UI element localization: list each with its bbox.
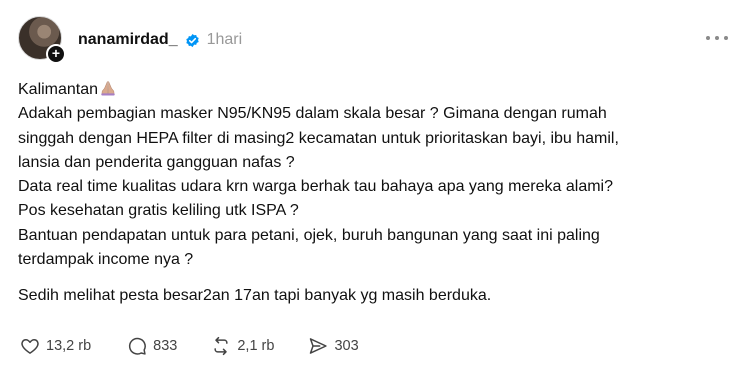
username[interactable]: nanamirdad_ [78, 31, 178, 49]
verified-badge-icon [185, 33, 199, 47]
more-options-icon[interactable] [706, 34, 728, 42]
follow-plus-icon[interactable]: + [46, 44, 66, 64]
comment-count: 833 [153, 338, 178, 354]
share-count: 303 [334, 338, 359, 354]
thread-post: + nanamirdad_ 1hari Kalimantan Adakah pe… [0, 0, 750, 378]
post-body: Kalimantan Adakah pembagian masker N95/K… [18, 78, 738, 309]
avatar-container[interactable]: + [18, 16, 66, 64]
action-bar: 13,2 rb 833 2,1 rb 303 [20, 335, 393, 357]
post-header: nanamirdad_ 1hari [78, 30, 242, 50]
praying-hands-icon [101, 81, 115, 96]
like-count: 13,2 rb [46, 338, 92, 354]
post-line: Pos kesehatan gratis keliling utk ISPA ? [18, 202, 299, 220]
share-icon [310, 338, 328, 354]
repost-count: 2,1 rb [237, 338, 275, 354]
post-line: terdampak income nya ? [18, 251, 194, 269]
repost-icon [214, 336, 228, 356]
post-line: Sedih melihat pesta besar2an 17an tapi b… [18, 287, 492, 305]
heart-icon [21, 339, 39, 354]
comment-icon [129, 337, 147, 355]
post-timestamp[interactable]: 1hari [207, 31, 243, 49]
post-line: Adakah pembagian masker N95/KN95 dalam s… [18, 105, 607, 123]
post-line: Data real time kualitas udara krn warga … [18, 178, 613, 196]
post-line: Kalimantan [18, 78, 738, 102]
like-button[interactable]: 13,2 rb [20, 336, 91, 356]
repost-button[interactable]: 2,1 rb [211, 336, 274, 356]
post-line: Bantuan pendapatan untuk para petani, oj… [18, 226, 600, 244]
comment-button[interactable]: 833 [127, 336, 177, 356]
share-button[interactable]: 303 [308, 336, 359, 356]
post-line: lansia dan penderita gangguan nafas ? [18, 153, 295, 171]
post-line: singgah dengan HEPA filter di masing2 ke… [18, 129, 619, 147]
